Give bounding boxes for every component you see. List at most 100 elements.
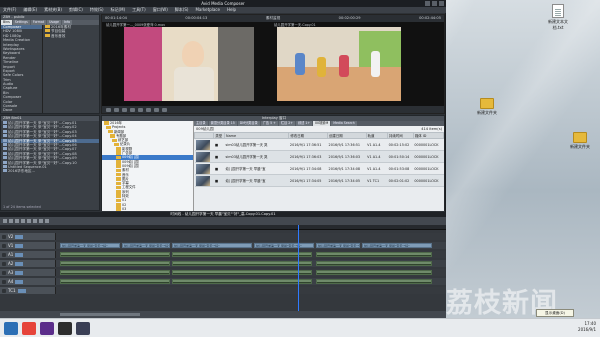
audio-clip[interactable] [60,252,170,257]
interplay-icon[interactable] [76,322,90,335]
track-select-button[interactable] [17,288,26,293]
splice-in-button[interactable] [154,108,159,112]
track-lock-icon[interactable] [2,261,6,266]
mark-in-button[interactable] [138,108,143,112]
avid-icon[interactable] [40,322,54,335]
audio-clip[interactable] [60,261,170,266]
track-lock-icon[interactable] [2,288,6,293]
step-back-button[interactable] [122,108,127,112]
add-edit-button[interactable] [27,219,31,223]
record-position-indicator[interactable] [374,113,375,114]
menu-item[interactable]: Marketplace [195,7,220,13]
video-clip[interactable]: 幼儿园开学第一天 早晨"宝贝""好" [362,243,432,248]
menu-item[interactable]: 窗口(W) [153,7,168,13]
track-select-button[interactable] [15,270,24,275]
zoom-button[interactable] [33,219,37,223]
track-select-button[interactable] [15,261,24,266]
source-monitor-frame[interactable] [124,27,254,101]
track-header[interactable]: A1 [0,251,56,258]
segment-mode-button[interactable] [15,219,19,223]
track-select-button[interactable] [15,252,24,257]
audio-clip[interactable] [60,270,170,275]
menu-item[interactable]: 编辑(E) [23,7,37,13]
table-row[interactable]: ■ sim03幼儿园开学第一天 哭 2016/9/1 17:36:51 2016/9/… [194,138,444,151]
chrome-icon[interactable] [22,322,36,335]
start-icon[interactable] [4,322,18,335]
track-lock-icon[interactable] [2,270,6,275]
stop-button[interactable] [114,108,119,112]
media-player-icon[interactable] [58,322,72,335]
menu-item[interactable]: 剪辑(C) [69,7,83,13]
menu-item[interactable]: 标记(M) [111,7,126,13]
overwrite-button[interactable] [162,108,167,112]
video-clip[interactable]: 幼儿园开学第一天 早晨"宝贝""好" [254,243,314,248]
minimize-icon[interactable] [425,1,430,6]
interplay-tab[interactable]: DM分类目录 [237,121,260,126]
close-icon[interactable] [439,1,444,6]
desktop-icon-text-document[interactable]: 新建文本文档.txt [545,4,571,31]
track-lock-icon[interactable] [2,252,6,257]
track-header[interactable]: V1 [0,242,56,249]
audio-clip[interactable] [172,261,312,266]
menu-item[interactable]: 工具(T) [132,7,146,13]
trim-mode-button[interactable] [21,219,25,223]
mark-out-button[interactable] [146,108,151,112]
interplay-tab[interactable]: 00场景M [313,121,331,126]
track-select-button[interactable] [15,279,24,284]
track-header[interactable]: A2 [0,260,56,267]
track-lock-icon[interactable] [2,234,6,239]
step-forward-button[interactable] [130,108,135,112]
track-select-button[interactable] [15,234,24,239]
project-folder[interactable]: 音乐音效 [43,33,99,38]
audio-clip[interactable] [316,279,432,284]
menu-item[interactable]: 特效(S) [90,7,104,13]
video-clip[interactable]: 幼儿园开学第一天 早晨"宝贝""好" [172,243,252,248]
menu-item[interactable]: 脚本(S) [175,7,189,13]
timeline-scroll-bar[interactable] [0,311,446,318]
track-lock-icon[interactable] [2,279,6,284]
system-tray-clock[interactable]: 17:40 2016/9/1 [578,321,596,333]
track-select-button[interactable] [15,243,24,248]
record-position-bar[interactable] [274,113,445,114]
interplay-tab[interactable]: 栏目 2+ [278,121,295,126]
audio-clip[interactable] [316,270,432,275]
audio-clip[interactable] [60,279,170,284]
track-lock-icon[interactable] [2,243,6,248]
play-button[interactable] [106,108,111,112]
video-clip[interactable]: 幼儿园开学第一天 早晨"宝贝""好" [60,243,120,248]
timeline-ruler[interactable] [0,225,446,230]
desktop-icon-folder-1[interactable]: 新建文件夹 [474,98,500,116]
extract-button[interactable] [9,219,13,223]
audio-clip[interactable] [172,279,312,284]
track-header[interactable]: A3 [0,269,56,276]
table-row[interactable]: ■ 幼儿园开学第一天 早晨"宝 2016/9/1 17:34:05 2016/9/1 … [194,174,444,187]
timeline-playhead[interactable] [298,225,299,311]
render-button[interactable] [45,219,49,223]
audio-clip[interactable] [316,261,432,266]
maximize-icon[interactable] [432,1,437,6]
settings-item[interactable]: Dave [1,108,42,112]
table-row[interactable]: ■ 幼儿园开学第一天 早晨"宝 2016/9/1 17:34:08 2016/9/1 … [194,162,444,175]
cell-tracks: V1 TC1 [366,174,388,187]
table-row[interactable]: ■ sim03幼儿园开学第一天 哭 2016/9/1 17:36:03 2016/9/… [194,150,444,163]
interplay-tab[interactable]: Media Search [331,121,357,126]
menu-item[interactable]: 素材夹(B) [44,7,62,13]
timeline-scroll-thumb[interactable] [60,313,140,316]
track-header[interactable]: A4 [0,278,56,285]
desktop-icon-folder-2[interactable]: 新建文件夹 [567,132,593,150]
interplay-tab[interactable]: 综述 1+ [295,121,313,126]
audio-clip[interactable] [172,270,312,275]
track-header[interactable]: TC1 [0,287,56,294]
video-clip[interactable]: 幼儿园开学第一天 早晨"宝贝""好" [316,243,360,248]
audio-clip[interactable] [316,252,432,257]
interplay-tab[interactable]: 广告 5 + [260,121,278,126]
track-header[interactable]: V2 [0,233,56,240]
audio-mixer-button[interactable] [39,219,43,223]
lift-button[interactable] [3,219,7,223]
sequence-item[interactable]: 2016华东地区... [1,169,99,173]
menu-item[interactable]: 文件(F) [3,7,16,13]
record-monitor-frame[interactable] [277,27,401,101]
video-clip[interactable]: 幼儿园开学第一天 早晨"宝贝""好" [122,243,170,248]
menu-item[interactable]: Help [227,7,236,13]
audio-clip[interactable] [172,252,312,257]
